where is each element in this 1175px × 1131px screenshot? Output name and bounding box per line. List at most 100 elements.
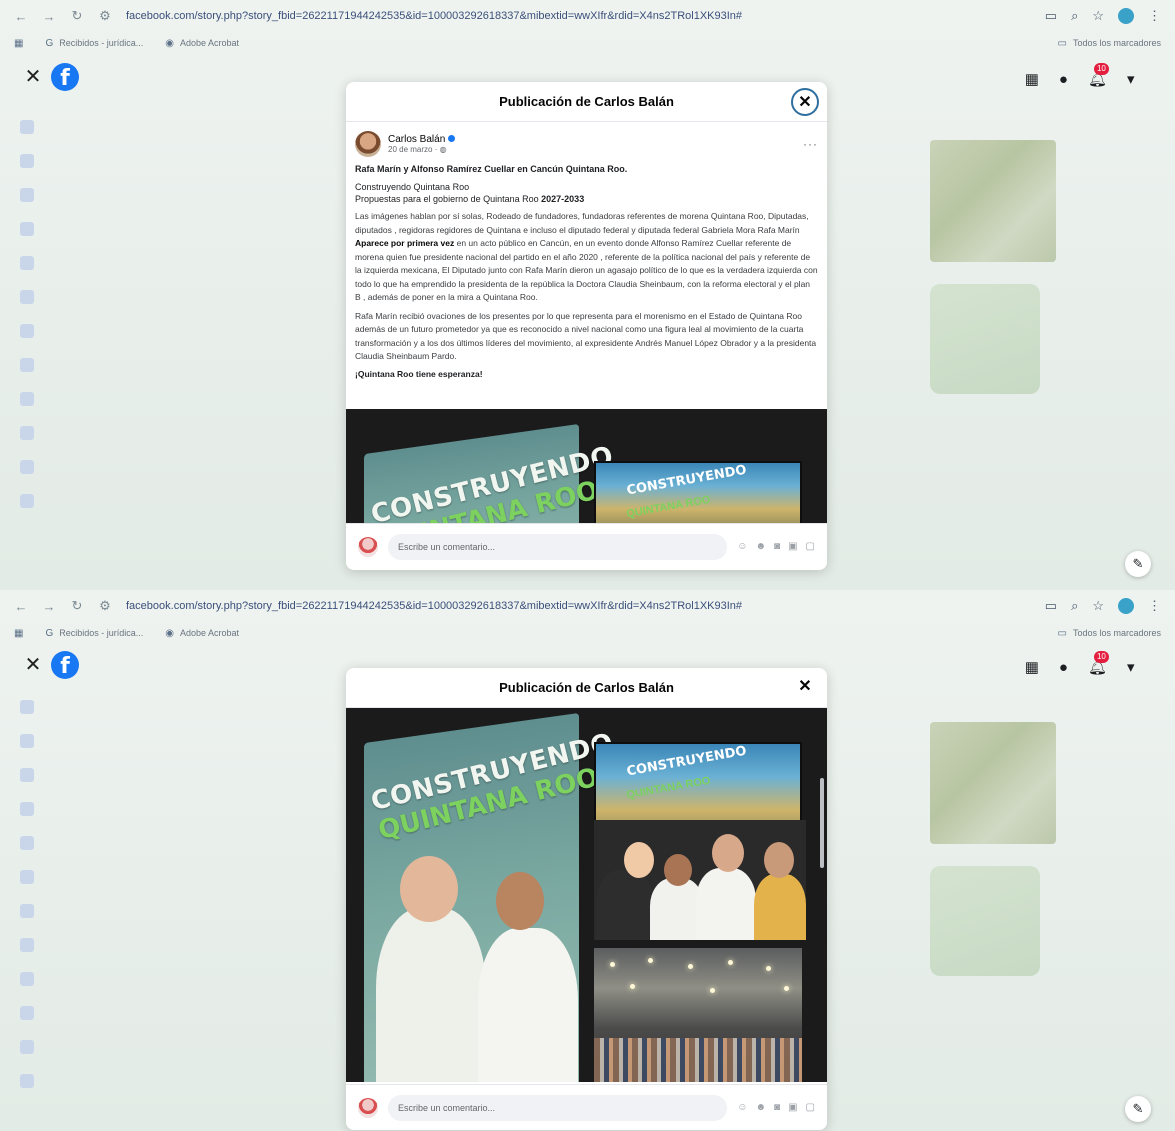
modal-title: Publicación de Carlos Balán bbox=[499, 94, 674, 109]
close-icon[interactable]: ✕ bbox=[24, 652, 42, 677]
sticker-icon[interactable]: ▢ bbox=[806, 1102, 815, 1113]
post-date[interactable]: 20 de marzo · ◍ bbox=[388, 145, 455, 154]
bookmark-gmail[interactable]: G Recibidos - jurídica... bbox=[45, 38, 143, 49]
comment-input[interactable]: Escribe un comentario... bbox=[388, 533, 728, 560]
folder-icon: ▭ bbox=[1057, 37, 1067, 49]
avatar-sticker-icon[interactable]: ☺ bbox=[737, 1102, 747, 1113]
fb-header-actions: ▦ ● 🔔︎ 10 ▾ bbox=[1025, 63, 1155, 88]
profile-icon[interactable] bbox=[1118, 598, 1134, 614]
notifications-icon[interactable]: 🔔︎ 10 bbox=[1088, 651, 1109, 676]
folder-icon: ▭ bbox=[1057, 627, 1067, 639]
forward-icon[interactable]: → bbox=[42, 599, 56, 614]
emoji-icon[interactable]: ☻ bbox=[756, 1102, 767, 1113]
star-icon[interactable]: ☆ bbox=[1092, 8, 1104, 24]
commenter-avatar[interactable] bbox=[358, 536, 378, 557]
screenshot-bottom: ← → ↻ ⚙ facebook.com/story.php?story_fbi… bbox=[0, 590, 1175, 1131]
sticker-icon[interactable]: ▢ bbox=[806, 541, 815, 552]
camera-icon[interactable]: ◙ bbox=[774, 541, 780, 552]
menu-icon[interactable]: ⋮ bbox=[1148, 8, 1161, 24]
site-info-icon[interactable]: ⚙ bbox=[98, 598, 112, 614]
menu-grid-icon[interactable]: ▦ bbox=[1025, 658, 1039, 676]
modal-title: Publicación de Carlos Balán bbox=[499, 680, 674, 695]
post-modal: Publicación de Carlos Balán ✕ CONSTRUYEN… bbox=[346, 668, 827, 1130]
event-screen: CONSTRUYENDO QUINTANA ROO bbox=[594, 461, 802, 523]
all-bookmarks[interactable]: ▭ Todos los marcadores bbox=[1058, 38, 1162, 49]
faded-right-column bbox=[930, 722, 1056, 976]
reload-icon[interactable]: ↻ bbox=[70, 8, 84, 24]
apps-icon[interactable]: ▦ bbox=[14, 38, 23, 49]
comment-composer: Escribe un comentario... ☺ ☻ ◙ ▣ ▢ bbox=[346, 1084, 827, 1130]
post-closing: ¡Quintana Roo tiene esperanza! bbox=[355, 368, 483, 379]
comment-composer: Escribe un comentario... ☺ ☻ ◙ ▣ ▢ bbox=[346, 523, 827, 569]
post-proposal-line: Propuestas para el gobierno de Quintana … bbox=[355, 194, 585, 204]
gif-icon[interactable]: ▣ bbox=[788, 541, 797, 552]
address-bar[interactable]: facebook.com/story.php?story_fbid=262211… bbox=[126, 10, 826, 22]
comment-input[interactable]: Escribe un comentario... bbox=[388, 1094, 728, 1121]
photo-auditorium bbox=[594, 948, 802, 1082]
emoji-icon[interactable]: ☻ bbox=[756, 541, 767, 552]
post-photo[interactable]: CONSTRUYENDO QUINTANA ROO CONSTRUYENDO QU… bbox=[346, 708, 827, 1082]
menu-grid-icon[interactable]: ▦ bbox=[1025, 70, 1039, 88]
more-options-icon[interactable]: ··· bbox=[803, 137, 818, 151]
photo-scrollbar[interactable] bbox=[820, 778, 824, 868]
notification-badge: 10 bbox=[1093, 651, 1109, 663]
post-modal: Publicación de Carlos Balán ✕ Carlos Bal… bbox=[346, 82, 827, 570]
cast-icon[interactable]: ▭ bbox=[1045, 598, 1057, 614]
star-icon[interactable]: ☆ bbox=[1092, 598, 1104, 614]
bookmarks-bar: ▦ G Recibidos - jurídica... ◉ Adobe Acroba… bbox=[0, 32, 1175, 54]
facebook-logo[interactable]: f bbox=[51, 651, 79, 679]
post-headline: Rafa Marín y Alfonso Ramírez Cuellar en … bbox=[355, 164, 628, 174]
background-thumbnail bbox=[930, 140, 1056, 262]
zoom-icon[interactable]: ⌕ bbox=[1071, 8, 1078, 24]
bookmark-acrobat[interactable]: ◉ Adobe Acrobat bbox=[165, 38, 239, 49]
author-row: Carlos Balán 20 de marzo · ◍ ··· bbox=[355, 128, 818, 160]
avatar[interactable] bbox=[355, 131, 381, 157]
post-paragraph-1: Las imágenes hablan por sí solas, Rodead… bbox=[355, 211, 818, 302]
new-message-button[interactable]: ✎ bbox=[1125, 1096, 1151, 1122]
avatar-sticker-icon[interactable]: ☺ bbox=[737, 541, 747, 552]
post-paragraph-2: Rafa Marín recibió ovaciones de los pres… bbox=[355, 310, 817, 362]
gif-icon[interactable]: ▣ bbox=[788, 1102, 797, 1113]
messenger-icon[interactable]: ● bbox=[1059, 71, 1068, 88]
modal-close-button[interactable]: ✕ bbox=[791, 674, 819, 702]
account-icon[interactable]: ▾ bbox=[1127, 70, 1155, 88]
back-icon[interactable]: ← bbox=[14, 599, 28, 614]
camera-icon[interactable]: ◙ bbox=[774, 1102, 780, 1113]
address-bar[interactable]: facebook.com/story.php?story_fbid=262211… bbox=[126, 600, 826, 612]
facebook-logo[interactable]: f bbox=[51, 63, 79, 91]
bookmark-gmail[interactable]: G Recibidos - jurídica... bbox=[45, 628, 143, 639]
modal-header: Publicación de Carlos Balán ✕ bbox=[346, 82, 827, 122]
notifications-icon[interactable]: 🔔︎ 10 bbox=[1088, 63, 1109, 88]
post-subtitle: Construyendo Quintana Roo bbox=[355, 182, 470, 192]
verified-icon bbox=[448, 135, 456, 142]
acrobat-icon: ◉ bbox=[165, 627, 175, 639]
screenshot-top: ← → ↻ ⚙ facebook.com/story.php?story_fbi… bbox=[0, 0, 1175, 590]
site-info-icon[interactable]: ⚙ bbox=[98, 8, 112, 24]
close-icon[interactable]: ✕ bbox=[24, 64, 42, 89]
cast-icon[interactable]: ▭ bbox=[1045, 8, 1057, 24]
menu-icon[interactable]: ⋮ bbox=[1148, 598, 1161, 614]
apps-icon[interactable]: ▦ bbox=[14, 628, 23, 639]
modal-close-button[interactable]: ✕ bbox=[791, 88, 819, 116]
modal-header: Publicación de Carlos Balán ✕ bbox=[346, 668, 827, 708]
all-bookmarks[interactable]: ▭ Todos los marcadores bbox=[1058, 628, 1162, 639]
profile-icon[interactable] bbox=[1118, 8, 1134, 24]
photo-people-left bbox=[366, 848, 581, 1082]
forward-icon[interactable]: → bbox=[42, 9, 56, 24]
post-photo[interactable]: CONSTRUYENDO QUINTANA ROO CONSTRUYENDO QU… bbox=[346, 409, 827, 523]
new-message-button[interactable]: ✎ bbox=[1125, 551, 1151, 577]
reload-icon[interactable]: ↻ bbox=[70, 598, 84, 614]
faded-sidebar bbox=[20, 690, 190, 1098]
zoom-icon[interactable]: ⌕ bbox=[1071, 598, 1078, 614]
bookmarks-bar: ▦ G Recibidos - jurídica... ◉ Adobe Acroba… bbox=[0, 622, 1175, 644]
account-icon[interactable]: ▾ bbox=[1127, 658, 1155, 676]
comment-tools: ☺ ☻ ◙ ▣ ▢ bbox=[737, 541, 815, 552]
author-name[interactable]: Carlos Balán bbox=[388, 134, 456, 145]
commenter-avatar[interactable] bbox=[358, 1097, 378, 1118]
back-icon[interactable]: ← bbox=[14, 9, 28, 24]
messenger-icon[interactable]: ● bbox=[1059, 659, 1068, 676]
background-thumbnail bbox=[930, 866, 1040, 976]
faded-sidebar bbox=[20, 110, 190, 518]
browser-toolbar: ← → ↻ ⚙ facebook.com/story.php?story_fbi… bbox=[0, 590, 1175, 622]
bookmark-acrobat[interactable]: ◉ Adobe Acrobat bbox=[165, 628, 239, 639]
